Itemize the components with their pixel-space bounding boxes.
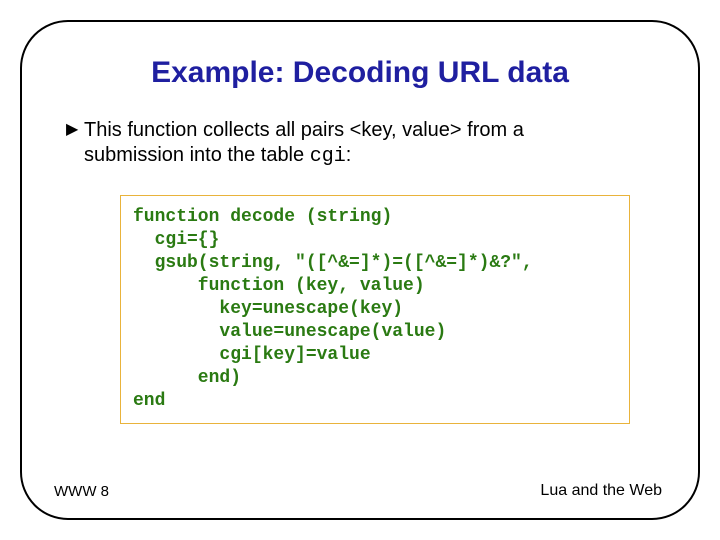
slide-title: Example: Decoding URL data (60, 56, 660, 90)
body-inline-code: cgi (310, 145, 346, 168)
body-line-2b: : (346, 144, 352, 166)
body-line-1: This function collects all pairs <key, v… (84, 119, 524, 141)
body-line-2a: submission into the table (84, 144, 310, 166)
code-block: function decode (string) cgi={} gsub(str… (120, 195, 630, 424)
play-bullet-icon: ▶ (66, 122, 78, 138)
slide-frame: Example: Decoding URL data ▶ This functi… (20, 20, 700, 520)
footer-left: WWW 8 (54, 483, 109, 500)
body-paragraph: ▶ This function collects all pairs <key,… (84, 118, 650, 169)
footer-right: Lua and the Web (540, 482, 662, 500)
